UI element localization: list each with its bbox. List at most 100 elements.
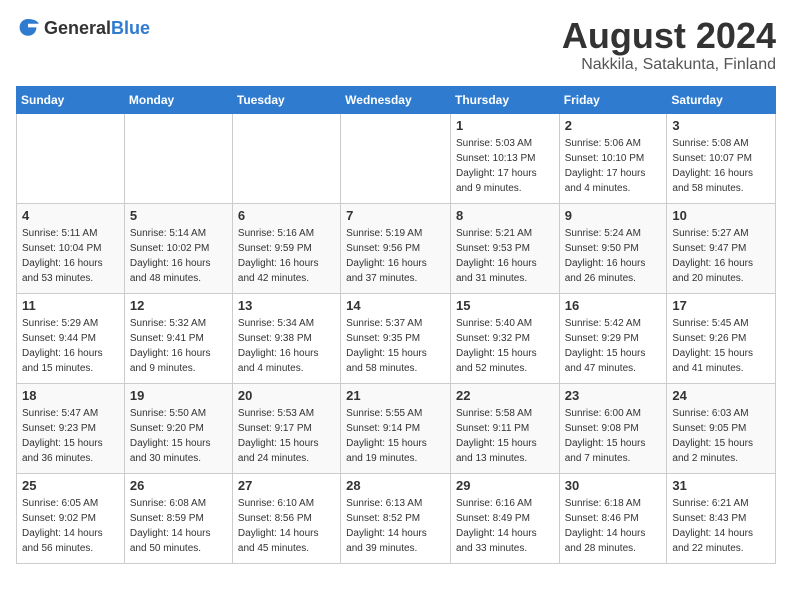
day-info: Sunrise: 6:16 AM Sunset: 8:49 PM Dayligh… [456,496,554,556]
calendar-cell: 10 Sunrise: 5:27 AM Sunset: 9:47 PM Dayli… [667,203,776,293]
calendar-cell: 22Sunrise: 5:58 AM Sunset: 9:11 PM Dayli… [450,383,559,473]
calendar-cell: 15Sunrise: 5:40 AM Sunset: 9:32 PM Dayli… [450,293,559,383]
day-number: 20 [238,388,335,403]
calendar-cell: 31 Sunrise: 6:21 AM Sunset: 8:43 PM Dayli… [667,473,776,563]
calendar-cell: 14 Sunrise: 5:37 AM Sunset: 9:35 PM Dayli… [341,293,451,383]
calendar-cell: 18Sunrise: 5:47 AM Sunset: 9:23 PM Dayli… [17,383,125,473]
subtitle: Nakkila, Satakunta, Finland [562,56,776,74]
weekday-header-saturday: Saturday [667,86,776,113]
calendar-cell: 24 Sunrise: 6:03 AM Sunset: 9:05 PM Dayli… [667,383,776,473]
day-info: Sunrise: 5:42 AM Sunset: 9:29 PM Dayligh… [565,316,662,376]
day-info: Sunrise: 5:14 AM Sunset: 10:02 PM Daylig… [130,226,227,286]
calendar-cell: 6 Sunrise: 5:16 AM Sunset: 9:59 PM Daylig… [232,203,340,293]
logo-text-general: General [44,18,111,38]
day-number: 13 [238,298,335,313]
calendar-cell: 29 Sunrise: 6:16 AM Sunset: 8:49 PM Dayli… [450,473,559,563]
calendar-cell: 21 Sunrise: 5:55 AM Sunset: 9:14 PM Dayli… [341,383,451,473]
day-info: Sunrise: 5:32 AM Sunset: 9:41 PM Dayligh… [130,316,227,376]
calendar-cell: 27 Sunrise: 6:10 AM Sunset: 8:56 PM Dayli… [232,473,340,563]
day-info: Sunrise: 5:08 AM Sunset: 10:07 PM Daylig… [672,136,770,196]
day-number: 22 [456,388,554,403]
day-info: Sunrise: 5:53 AM Sunset: 9:17 PM Dayligh… [238,406,335,466]
day-number: 23 [565,388,662,403]
calendar-cell: 5 Sunrise: 5:14 AM Sunset: 10:02 PM Dayli… [124,203,232,293]
logo: GeneralBlue [16,16,150,40]
week-row-5: 25 Sunrise: 6:05 AM Sunset: 9:02 PM Dayli… [17,473,776,563]
day-number: 12 [130,298,227,313]
calendar-cell [124,113,232,203]
day-number: 28 [346,478,445,493]
day-number: 27 [238,478,335,493]
weekday-header-wednesday: Wednesday [341,86,451,113]
day-info: Sunrise: 5:16 AM Sunset: 9:59 PM Dayligh… [238,226,335,286]
calendar-cell: 17 Sunrise: 5:45 AM Sunset: 9:26 PM Dayli… [667,293,776,383]
day-number: 4 [22,208,119,223]
calendar-cell: 2Sunrise: 5:06 AM Sunset: 10:10 PM Dayli… [559,113,667,203]
week-row-4: 18Sunrise: 5:47 AM Sunset: 9:23 PM Dayli… [17,383,776,473]
day-number: 5 [130,208,227,223]
day-info: Sunrise: 5:45 AM Sunset: 9:26 PM Dayligh… [672,316,770,376]
week-row-3: 11Sunrise: 5:29 AM Sunset: 9:44 PM Dayli… [17,293,776,383]
day-number: 25 [22,478,119,493]
calendar-cell: 8Sunrise: 5:21 AM Sunset: 9:53 PM Daylig… [450,203,559,293]
logo-icon [16,16,40,40]
day-number: 7 [346,208,445,223]
day-number: 14 [346,298,445,313]
day-info: Sunrise: 5:03 AM Sunset: 10:13 PM Daylig… [456,136,554,196]
day-number: 2 [565,118,662,133]
weekday-header-friday: Friday [559,86,667,113]
day-info: Sunrise: 5:40 AM Sunset: 9:32 PM Dayligh… [456,316,554,376]
weekday-header-sunday: Sunday [17,86,125,113]
day-info: Sunrise: 6:18 AM Sunset: 8:46 PM Dayligh… [565,496,662,556]
day-number: 19 [130,388,227,403]
calendar-cell: 4 Sunrise: 5:11 AM Sunset: 10:04 PM Dayli… [17,203,125,293]
calendar-cell: 3 Sunrise: 5:08 AM Sunset: 10:07 PM Dayli… [667,113,776,203]
day-info: Sunrise: 5:34 AM Sunset: 9:38 PM Dayligh… [238,316,335,376]
calendar-cell [17,113,125,203]
day-number: 24 [672,388,770,403]
day-info: Sunrise: 6:08 AM Sunset: 8:59 PM Dayligh… [130,496,227,556]
day-info: Sunrise: 5:24 AM Sunset: 9:50 PM Dayligh… [565,226,662,286]
day-number: 17 [672,298,770,313]
title-block: August 2024 Nakkila, Satakunta, Finland [562,16,776,74]
calendar-cell: 28Sunrise: 6:13 AM Sunset: 8:52 PM Dayli… [341,473,451,563]
day-number: 10 [672,208,770,223]
day-info: Sunrise: 6:10 AM Sunset: 8:56 PM Dayligh… [238,496,335,556]
day-number: 6 [238,208,335,223]
day-info: Sunrise: 5:55 AM Sunset: 9:14 PM Dayligh… [346,406,445,466]
calendar-cell: 16 Sunrise: 5:42 AM Sunset: 9:29 PM Dayli… [559,293,667,383]
week-row-2: 4 Sunrise: 5:11 AM Sunset: 10:04 PM Dayli… [17,203,776,293]
day-info: Sunrise: 6:00 AM Sunset: 9:08 PM Dayligh… [565,406,662,466]
day-info: Sunrise: 6:03 AM Sunset: 9:05 PM Dayligh… [672,406,770,466]
day-number: 8 [456,208,554,223]
main-title: August 2024 [562,16,776,56]
calendar-cell [232,113,340,203]
page-header: GeneralBlue August 2024 Nakkila, Satakun… [16,16,776,74]
day-number: 3 [672,118,770,133]
day-info: Sunrise: 6:21 AM Sunset: 8:43 PM Dayligh… [672,496,770,556]
calendar-cell: 13 Sunrise: 5:34 AM Sunset: 9:38 PM Dayli… [232,293,340,383]
day-number: 11 [22,298,119,313]
day-info: Sunrise: 5:50 AM Sunset: 9:20 PM Dayligh… [130,406,227,466]
day-info: Sunrise: 5:47 AM Sunset: 9:23 PM Dayligh… [22,406,119,466]
calendar-cell: 7 Sunrise: 5:19 AM Sunset: 9:56 PM Daylig… [341,203,451,293]
week-row-1: 1Sunrise: 5:03 AM Sunset: 10:13 PM Dayli… [17,113,776,203]
day-info: Sunrise: 5:19 AM Sunset: 9:56 PM Dayligh… [346,226,445,286]
calendar-cell: 19 Sunrise: 5:50 AM Sunset: 9:20 PM Dayli… [124,383,232,473]
day-number: 26 [130,478,227,493]
calendar-cell: 12 Sunrise: 5:32 AM Sunset: 9:41 PM Dayli… [124,293,232,383]
logo-text-blue: Blue [111,18,150,38]
day-info: Sunrise: 5:27 AM Sunset: 9:47 PM Dayligh… [672,226,770,286]
weekday-header-tuesday: Tuesday [232,86,340,113]
day-info: Sunrise: 6:05 AM Sunset: 9:02 PM Dayligh… [22,496,119,556]
day-number: 16 [565,298,662,313]
day-number: 31 [672,478,770,493]
day-number: 21 [346,388,445,403]
calendar-cell: 9Sunrise: 5:24 AM Sunset: 9:50 PM Daylig… [559,203,667,293]
calendar-cell: 11Sunrise: 5:29 AM Sunset: 9:44 PM Dayli… [17,293,125,383]
day-info: Sunrise: 5:11 AM Sunset: 10:04 PM Daylig… [22,226,119,286]
calendar-cell: 1Sunrise: 5:03 AM Sunset: 10:13 PM Dayli… [450,113,559,203]
calendar-cell [341,113,451,203]
day-info: Sunrise: 5:37 AM Sunset: 9:35 PM Dayligh… [346,316,445,376]
day-number: 29 [456,478,554,493]
